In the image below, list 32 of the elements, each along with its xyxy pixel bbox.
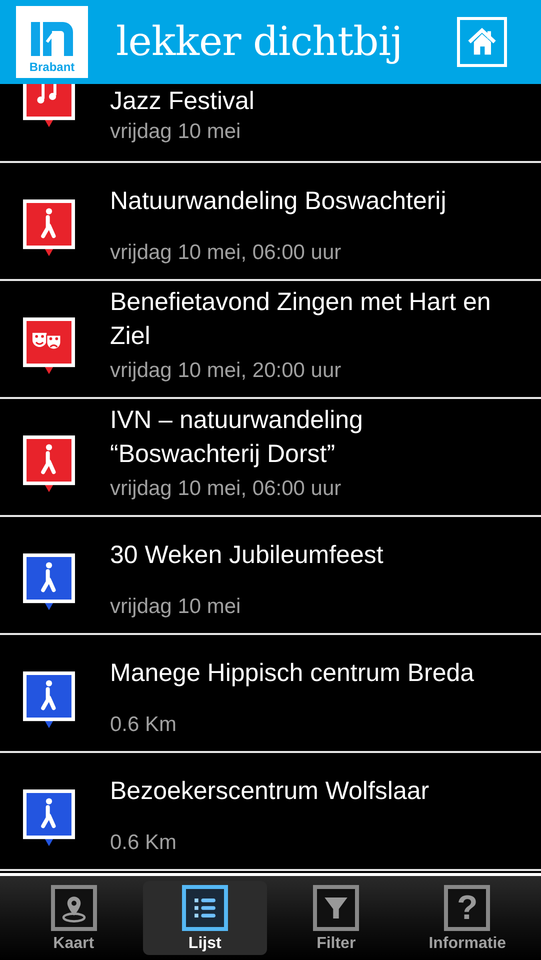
event-title: IVN – natuurwandeling “Boswachterij Dorst” [110, 405, 364, 470]
event-date: vrijdag 10 mei, 20:00 uur [110, 358, 342, 384]
app-title: lekker dichtbij [116, 19, 404, 65]
event-title: Bezoekerscentrum Wolfslaar [110, 776, 430, 807]
event-title: 30 Weken Jubileumfeest [110, 540, 384, 571]
event-row[interactable]: Benefietavond Zingen met Hart en Ziel vrijdag 10 mei, 20:00 uur [0, 281, 541, 399]
event-row[interactable]: Manege Hippisch centrum Breda 0.6 Km [0, 635, 541, 753]
event-date: vrijdag 10 mei, 06:00 uur [110, 476, 342, 502]
map-pin-icon [50, 885, 97, 931]
event-date: vrijdag 10 mei [110, 594, 242, 620]
logo-text: Brabant [29, 60, 75, 74]
funnel-icon [313, 885, 360, 931]
event-title: Natuurwandeling Boswachterij [110, 186, 446, 217]
tab[interactable]: Lijst [142, 881, 267, 955]
event-title: Manege Hippisch centrum Breda [110, 658, 474, 689]
event-row[interactable]: IVN – natuurwandeling “Boswachterij Dorst” vrijdag 10 mei, 06:00 uur [0, 399, 541, 517]
list-icon [182, 885, 228, 931]
event-date: 0.6 Km [110, 712, 178, 738]
event-row[interactable]: Bezoekerscentrum Wolfslaar 0.6 Km [0, 753, 541, 871]
question-icon: ? [444, 885, 490, 931]
event-date: 0.6 Km [110, 830, 178, 856]
event-title: Jazz Festival [110, 86, 254, 117]
event-row[interactable]: 30 Weken Jubileumfeest vrijdag 10 mei [0, 517, 541, 635]
tab[interactable]: ? Informatie [405, 881, 530, 955]
event-date: vrijdag 10 mei, 06:00 uur [110, 240, 342, 266]
event-row[interactable]: Jazz Festival vrijdag 10 mei [0, 84, 541, 163]
event-date: vrijdag 10 mei [110, 119, 242, 145]
tab[interactable]: Kaart [12, 881, 136, 955]
event-row[interactable]: Natuurwandeling Boswachterij vrijdag 10 mei, 06:00 uur [0, 163, 541, 281]
home-button[interactable] [457, 17, 507, 67]
event-title: Benefietavond Zingen met Hart en Ziel [110, 287, 492, 352]
tab[interactable]: Filter [274, 881, 398, 955]
